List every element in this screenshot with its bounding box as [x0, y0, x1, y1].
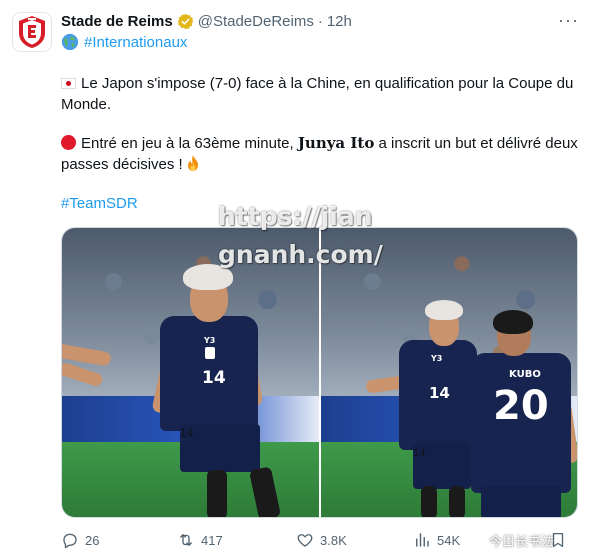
author-name[interactable]: Stade de Reims — [61, 13, 173, 30]
views-count: 54K — [437, 532, 461, 548]
paragraph-2-before: Entré en jeu à la 63ème minute, — [81, 135, 294, 152]
reply-button[interactable]: 26 — [61, 528, 99, 552]
hashtag-teamsdr[interactable]: #TeamSDR — [61, 195, 138, 212]
photo-right[interactable]: 14 Y3 14 KUBO 20 — [321, 228, 577, 517]
corner-watermark: 今日长书法 — [468, 531, 554, 550]
more-options-icon[interactable]: ··· — [558, 10, 579, 31]
weibo-logo-icon — [468, 533, 485, 548]
red-circle-icon — [61, 135, 76, 150]
kubo-number: 20 — [493, 383, 549, 429]
media-grid[interactable]: 14 Y3 14 14 Y3 14 KUBO 20 — [61, 227, 578, 518]
player-name: Junya Ito — [297, 134, 375, 152]
reply-count: 26 — [85, 532, 100, 548]
japan-flag-icon — [61, 78, 76, 89]
globe-icon — [61, 33, 79, 51]
heart-icon — [297, 534, 313, 547]
retweet-count: 417 — [201, 532, 223, 548]
player-kubo: KUBO 20 — [321, 228, 577, 517]
photo-left[interactable]: 14 Y3 14 — [62, 228, 319, 517]
author-handle[interactable]: @StadeDeReims — [198, 13, 314, 30]
corner-watermark-text: 今日长书法 — [489, 534, 555, 549]
tweet-text-paragraph-3: #TeamSDR — [61, 193, 581, 214]
tweet-timestamp[interactable]: 12h — [327, 13, 352, 30]
tweet-text-paragraph-2: Entré en jeu à la 63ème minute, Junya It… — [61, 133, 581, 175]
like-count: 3.8K — [320, 532, 347, 548]
paragraph-1-text: Le Japon s'impose (7-0) face à la Chine,… — [61, 75, 574, 113]
sponsor-mark: Y3 — [204, 336, 216, 345]
verified-badge-icon — [177, 13, 194, 30]
club-crest-icon — [19, 16, 45, 48]
category-line: #Internationaux — [61, 33, 187, 51]
avatar[interactable] — [12, 12, 52, 52]
kubo-name: KUBO — [509, 369, 541, 380]
jersey-number: 14 — [202, 368, 226, 388]
views-bar-chart-icon — [416, 533, 429, 547]
like-button[interactable]: 3.8K — [296, 528, 347, 552]
hashtag-internationaux[interactable]: #Internationaux — [84, 34, 187, 51]
reply-icon — [63, 533, 77, 549]
tweet-card[interactable]: Stade de Reims @StadeDeReims · 12h ··· #… — [0, 0, 591, 557]
separator-dot: · — [317, 12, 323, 30]
tweet-text-paragraph-1: Le Japon s'impose (7-0) face à la Chine,… — [61, 73, 581, 115]
fire-icon — [187, 155, 198, 171]
retweet-button[interactable]: 417 — [177, 528, 223, 552]
retweet-icon — [180, 534, 192, 546]
player-junya-ito-left: 14 Y3 14 — [62, 228, 319, 517]
shorts-number: 14 — [180, 426, 194, 440]
views-button[interactable]: 54K — [413, 528, 460, 552]
tweet-header: Stade de Reims @StadeDeReims · 12h — [61, 10, 579, 32]
